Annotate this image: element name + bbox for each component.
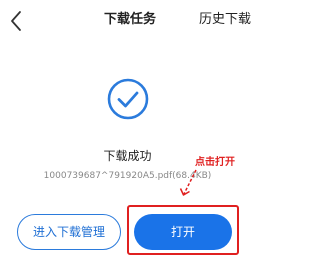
check-circle-icon	[104, 75, 152, 123]
back-button[interactable]	[6, 8, 28, 34]
tab-download-tasks[interactable]: 下载任务	[104, 11, 156, 29]
tab-history-downloads[interactable]: 历史下载	[199, 11, 251, 29]
annotation-label: 点击打开	[195, 157, 235, 168]
file-name: 1000739687^791920A5.pdf(68.4KB)	[43, 171, 212, 181]
open-file-button[interactable]: 打开	[134, 214, 232, 250]
chevron-left-icon	[11, 11, 21, 31]
header: 下载任务 历史下载	[0, 0, 255, 44]
enter-download-manager-button[interactable]: 进入下载管理	[17, 214, 121, 250]
